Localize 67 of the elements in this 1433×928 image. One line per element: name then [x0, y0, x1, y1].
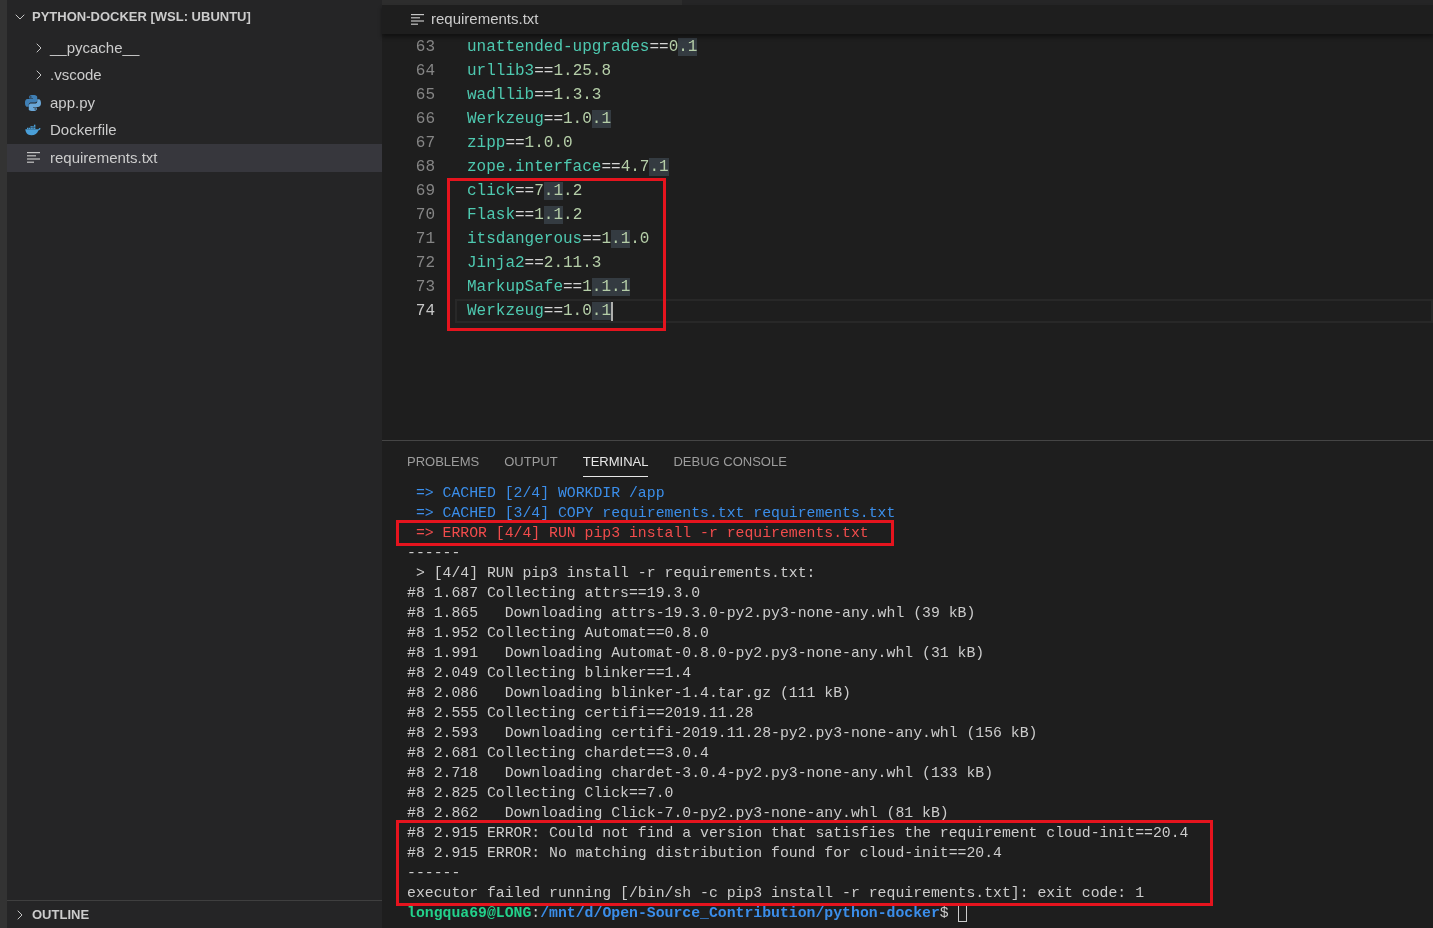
- terminal-line: > [4/4] RUN pip3 install -r requirements.txt:: [414, 564, 817, 583]
- terminal-line: #8 2.915 ERROR: Could not find a version that satisfies the requirement cloud-init==20.4: [407, 824, 1189, 843]
- line-number: 68: [414, 157, 435, 178]
- terminal-line: ------: [407, 864, 462, 883]
- terminal-line: #8 2.718 Downloading chardet-3.0.4-py2.py3-none-any.whl (133 kB): [407, 764, 995, 783]
- prompt-separator: :: [531, 904, 541, 923]
- file-tree-item[interactable]: app.py: [7, 89, 382, 117]
- code-line: itsdangerous==1.1.0: [467, 229, 650, 250]
- line-number: 70: [414, 205, 435, 226]
- code-line: Werkzeug==1.0.1: [467, 301, 612, 322]
- code-line: click==7.1.2: [467, 181, 583, 202]
- terminal-line: => CACHED [3/4] COPY requirements.txt requirements.txt: [414, 504, 897, 523]
- panel-tab[interactable]: PROBLEMS: [407, 441, 480, 477]
- prompt-symbol: $: [939, 904, 949, 923]
- terminal-line: #8 2.593 Downloading certifi-2019.11.28-py2.py3-none-any.whl (156 kB): [407, 724, 1039, 743]
- whale-icon: [25, 123, 41, 138]
- code-line: urllib3==1.25.8: [467, 61, 612, 82]
- terminal-line: executor failed running [/bin/sh -c pip3 install -r requirements.txt]: exit code: 1: [407, 884, 1145, 903]
- code-line: zipp==1.0.0: [467, 133, 573, 154]
- line-number: 66: [414, 109, 435, 130]
- code-line: MarkupSafe==1.1.1: [467, 277, 631, 298]
- terminal-line: => CACHED [2/4] WORKDIR /app: [414, 484, 666, 503]
- workspace-title[interactable]: PYTHON-DOCKER [WSL: UBUNTU]: [32, 7, 251, 27]
- line-number: 69: [414, 181, 435, 202]
- file-tree-item[interactable]: __pycache__: [7, 34, 382, 62]
- line-number: 67: [414, 133, 435, 154]
- file-tree-item[interactable]: requirements.txt: [7, 144, 382, 172]
- line-number: 64: [414, 61, 435, 82]
- terminal-line: #8 2.555 Collecting certifi==2019.11.28: [407, 704, 755, 723]
- line-number: 74: [414, 301, 435, 322]
- terminal-line: #8 1.952 Collecting Automat==0.8.0: [407, 624, 710, 643]
- line-number: 72: [414, 253, 435, 274]
- panel-tab[interactable]: DEBUG CONSOLE: [673, 441, 787, 477]
- terminal-line: #8 2.049 Collecting blinker==1.4: [407, 664, 693, 683]
- terminal-line: #8 2.086 Downloading blinker-1.4.tar.gz (111 kB): [407, 684, 852, 703]
- text-file-icon: [411, 14, 424, 25]
- terminal-line: ------: [407, 544, 462, 563]
- terminal-line: #8 1.687 Collecting attrs==19.3.0: [407, 584, 702, 603]
- panel-tab[interactable]: TERMINAL: [582, 441, 649, 477]
- file-tree-item[interactable]: Dockerfile: [7, 116, 382, 144]
- terminal-line: #8 2.915 ERROR: No matching distribution found for cloud-init==20.4: [407, 844, 1003, 863]
- terminal-line: #8 2.862 Downloading Click-7.0-py2.py3-none-any.whl (81 kB): [407, 804, 950, 823]
- terminal-line: => ERROR [4/4] RUN pip3 install -r requirements.txt: [414, 524, 869, 543]
- prompt-user: longqua69@LONG: [407, 904, 532, 923]
- code-line: zope.interface==4.7.1: [467, 157, 669, 178]
- code-line: wadllib==1.3.3: [467, 85, 602, 106]
- terminal-line: #8 1.865 Downloading attrs-19.3.0-py2.py3-none-any.whl (39 kB): [407, 604, 977, 623]
- breadcrumb-file[interactable]: requirements.txt: [431, 8, 539, 31]
- prompt-path: /mnt/d/Open-Source_Contribution/python-docker: [540, 904, 940, 923]
- text-file-icon: [26, 152, 40, 164]
- terminal-line: #8 2.825 Collecting Click==7.0: [407, 784, 675, 803]
- line-number: 71: [414, 229, 435, 250]
- code-line: Jinja2==2.11.3: [467, 253, 602, 274]
- panel-tab[interactable]: OUTPUT: [504, 441, 558, 477]
- line-number: 73: [414, 277, 435, 298]
- terminal-cursor: [957, 904, 967, 922]
- file-tree-item[interactable]: .vscode: [7, 61, 382, 89]
- terminal-line: #8 2.681 Collecting chardet==3.0.4: [407, 744, 710, 763]
- code-line: unattended-upgrades==0.1: [467, 37, 698, 58]
- line-number: 65: [414, 85, 435, 106]
- terminal-line: #8 1.991 Downloading Automat-0.8.0-py2.py3-none-any.whl (31 kB): [407, 644, 986, 663]
- code-line: Werkzeug==1.0.1: [467, 109, 612, 130]
- line-number: 63: [414, 37, 435, 58]
- text-cursor: [611, 301, 614, 321]
- outline-header[interactable]: OUTLINE: [7, 900, 382, 928]
- python-icon: [25, 94, 41, 111]
- code-line: Flask==1.1.2: [467, 205, 583, 226]
